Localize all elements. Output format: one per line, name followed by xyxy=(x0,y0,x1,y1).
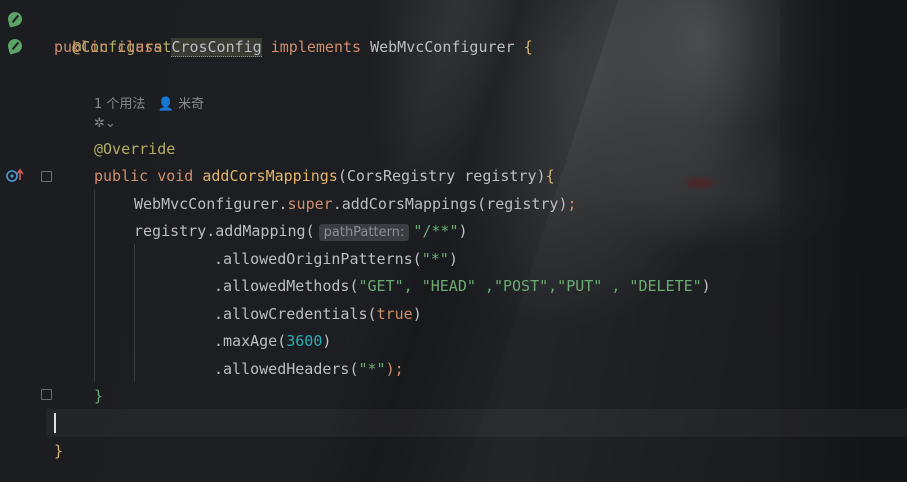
spring-bean-icon[interactable] xyxy=(6,10,24,28)
keyword: public xyxy=(54,38,109,56)
usage-count[interactable]: 1 个用法 xyxy=(94,97,145,112)
keyword: super xyxy=(287,195,333,213)
code-line-chain4[interactable]: .maxAge(3600) xyxy=(214,328,331,355)
method-name[interactable]: addCorsMappings xyxy=(202,167,337,185)
code-line-super[interactable]: WebMvcConfigurer.super.addCorsMappings(r… xyxy=(134,191,577,218)
method-call: .allowCredentials( xyxy=(214,305,377,323)
code-line-chain2[interactable]: .allowedMethods("GET", "HEAD" ,"POST","P… xyxy=(214,273,711,300)
super-owner: WebMvcConfigurer. xyxy=(134,195,288,213)
chevron-down-icon: ⌄ xyxy=(104,116,116,131)
brace: { xyxy=(545,167,555,185)
brace: } xyxy=(54,442,64,460)
paren: ) xyxy=(458,222,468,240)
method-call: .allowedHeaders( xyxy=(214,360,359,378)
keyword: class xyxy=(117,38,163,56)
semicolon: ; xyxy=(567,195,577,213)
parameter-hint: pathPattern: xyxy=(318,224,410,241)
string-literal: "/**" xyxy=(413,222,459,240)
method-params: (CorsRegistry registry) xyxy=(337,167,546,185)
interface-name[interactable]: WebMvcConfigurer xyxy=(370,38,515,56)
paren: ) xyxy=(701,277,711,295)
code-line-method[interactable]: public void addCorsMappings(CorsRegistry… xyxy=(94,163,555,190)
paren-semicolon: ); xyxy=(385,360,404,378)
code-line-chain3[interactable]: .allowCredentials(true) xyxy=(214,301,422,328)
fold-marker-icon[interactable] xyxy=(41,171,52,182)
ai-assistant-icon: ✲ xyxy=(94,116,105,131)
code-line-override[interactable]: @Override xyxy=(94,136,175,163)
string-literal: "*" xyxy=(421,250,449,268)
paren: ) xyxy=(448,250,458,268)
ai-action-inlay[interactable]: ✲⌄ xyxy=(94,116,116,131)
method-call: registry.addMapping( xyxy=(134,222,315,240)
class-name[interactable]: CrosConfig xyxy=(171,38,262,57)
indent-guide xyxy=(94,190,95,382)
keyword: void xyxy=(157,167,194,185)
current-line-highlight xyxy=(46,409,907,437)
indent-guide xyxy=(134,244,135,382)
string-literal: "*" xyxy=(358,360,386,378)
code-line-1[interactable]: @Configuration xyxy=(54,7,198,56)
override-method-icon[interactable] xyxy=(6,168,24,182)
code-line-addmapping[interactable]: registry.addMapping(pathPattern: "/**") xyxy=(134,218,468,245)
brace: { xyxy=(523,38,533,56)
fold-marker-icon[interactable] xyxy=(41,389,52,400)
method-call: .maxAge( xyxy=(214,332,287,350)
code-line-class-close[interactable]: } xyxy=(54,438,63,465)
method-call: .allowedOriginPatterns( xyxy=(214,250,422,268)
string-literal: "GET", "HEAD" ,"POST","PUT" , "DELETE" xyxy=(358,277,702,295)
code-line-chain1[interactable]: .allowedOriginPatterns("*") xyxy=(214,246,458,273)
method-call: .allowedMethods( xyxy=(214,277,359,295)
user-icon: 👤 xyxy=(157,97,174,112)
editor-gutter xyxy=(0,0,52,482)
text-caret xyxy=(54,413,56,433)
code-line-method-close[interactable]: } xyxy=(94,383,103,410)
brace: } xyxy=(94,387,104,405)
paren: ) xyxy=(412,305,422,323)
author-name[interactable]: 米奇 xyxy=(178,97,204,112)
paren: ) xyxy=(322,332,332,350)
keyword: public xyxy=(94,167,149,185)
code-line-chain5[interactable]: .allowedHeaders("*"); xyxy=(214,356,404,383)
boolean-literal: true xyxy=(376,305,413,323)
annotation: @Override xyxy=(94,140,176,158)
spring-bean-icon[interactable] xyxy=(6,37,24,55)
code-line-2[interactable]: public class CrosConfig implements WebMv… xyxy=(54,34,533,61)
super-call: .addCorsMappings(registry) xyxy=(332,195,568,213)
number-literal: 3600 xyxy=(286,332,323,350)
usage-inlay[interactable]: 1 个用法 👤 米奇 xyxy=(94,93,204,112)
keyword: implements xyxy=(270,38,362,56)
